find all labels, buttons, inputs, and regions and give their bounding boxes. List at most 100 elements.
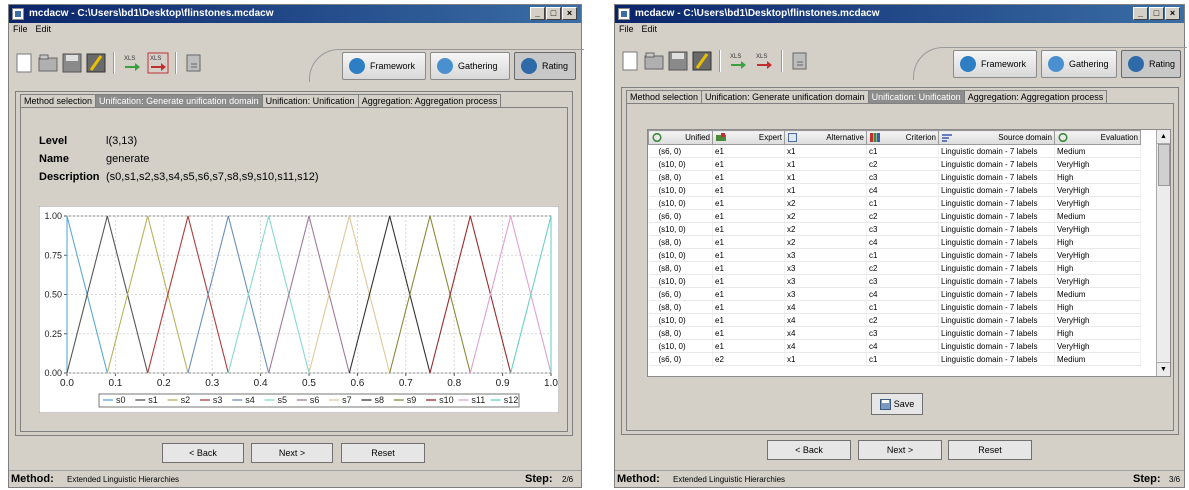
back-button[interactable]: < Back [767, 440, 851, 460]
save-disk-icon[interactable] [61, 52, 83, 74]
table-row[interactable]: (s6, 0) e1 x3 c4 Linguistic domain - 7 label… [648, 287, 1141, 301]
table-cell: x1 [784, 183, 867, 197]
rating-button[interactable]: Rating [514, 52, 576, 80]
table-cell: Linguistic domain - 7 labels [938, 183, 1055, 197]
export-xls-icon[interactable]: XLS [753, 50, 775, 72]
export-report-icon[interactable] [183, 52, 205, 74]
table-cell: e1 [712, 209, 785, 223]
new-file-icon[interactable] [13, 52, 35, 74]
table-cell: x2 [784, 209, 867, 223]
table-cell: x3 [784, 248, 867, 262]
table-row[interactable]: (s10, 0) e1 x2 c3 Linguistic domain - 7 labe… [648, 222, 1141, 236]
column-evaluation[interactable]: Evaluation [1054, 130, 1141, 145]
table-row[interactable]: (s10, 0) e1 x2 c1 Linguistic domain - 7 labe… [648, 196, 1141, 210]
table-row[interactable]: (s8, 0) e1 x1 c3 Linguistic domain - 7 label… [648, 170, 1141, 184]
legend-label-s6: s6 [310, 395, 320, 405]
alternative-icon [788, 133, 797, 142]
scroll-thumb[interactable] [1158, 144, 1170, 186]
title-bar[interactable]: mcdacw - C:\Users\bd1\Desktop\flinstones… [615, 5, 1184, 23]
table-cell: Linguistic domain - 7 labels [938, 313, 1055, 327]
export-report-icon[interactable] [789, 50, 811, 72]
next-button[interactable]: Next > [858, 440, 942, 460]
import-xls-icon[interactable]: XLS [121, 52, 143, 74]
tab-strip: Method selection Unification: Generate u… [20, 94, 502, 108]
maximize-button[interactable]: □ [1149, 7, 1164, 20]
maximize-button[interactable]: □ [546, 7, 561, 20]
next-button[interactable]: Next > [251, 443, 333, 463]
edit-save-icon[interactable] [85, 52, 107, 74]
rating-button[interactable]: Rating [1121, 50, 1181, 78]
tab-aggregation[interactable]: Aggregation: Aggregation process [963, 90, 1108, 104]
menu-edit[interactable]: Edit [642, 24, 658, 34]
gathering-button[interactable]: Gathering [1041, 50, 1117, 78]
unified-icon [652, 133, 662, 142]
tab-unification[interactable]: Unification: Unification [261, 94, 359, 108]
edit-save-icon[interactable] [691, 50, 713, 72]
column-alternative[interactable]: Alternative [784, 130, 867, 145]
table-cell: c1 [866, 300, 939, 314]
minimize-button[interactable]: _ [530, 7, 545, 20]
svg-text:XLS: XLS [150, 56, 161, 62]
y-tick-label: 1.00 [44, 211, 62, 221]
title-bar[interactable]: mcdacw - C:\Users\bd1\Desktop\flinstones… [9, 5, 581, 23]
tab-generate-unification-domain[interactable]: Unification: Generate unification domain [95, 94, 263, 108]
menu-file[interactable]: File [13, 24, 28, 34]
column-expert[interactable]: Expert [712, 130, 785, 145]
open-folder-icon[interactable] [643, 50, 665, 72]
reset-button[interactable]: Reset [948, 440, 1032, 460]
back-button[interactable]: < Back [162, 443, 244, 463]
menu-file[interactable]: File [619, 24, 634, 34]
new-file-icon[interactable] [619, 50, 641, 72]
tab-aggregation[interactable]: Aggregation: Aggregation process [357, 94, 502, 108]
open-folder-icon[interactable] [37, 52, 59, 74]
reset-button[interactable]: Reset [341, 443, 425, 463]
table-row[interactable]: (s6, 0) e1 x1 c1 Linguistic domain - 7 label… [648, 144, 1141, 158]
table-row[interactable]: (s8, 0) e1 x4 c1 Linguistic domain - 7 label… [648, 300, 1141, 314]
status-bar: Method: Extended Linguistic Hierarchies … [9, 470, 581, 487]
tab-method-selection[interactable]: Method selection [626, 90, 703, 104]
scroll-up-arrow[interactable]: ▲ [1157, 130, 1170, 144]
import-xls-icon[interactable]: XLS [727, 50, 749, 72]
table-row[interactable]: (s10, 0) e1 x1 c4 Linguistic domain - 7 labe… [648, 183, 1141, 197]
table-cell: Linguistic domain - 7 labels [938, 157, 1055, 171]
framework-button[interactable]: Framework [342, 52, 426, 80]
table-cell: Linguistic domain - 7 labels [938, 326, 1055, 340]
save-disk-icon[interactable] [667, 50, 689, 72]
x-tick-label: 0.6 [350, 378, 364, 389]
column-source-domain[interactable]: Source domain [938, 130, 1055, 145]
table-cell: (s10, 0) [648, 248, 713, 262]
table-cell: (s6, 0) [648, 209, 713, 223]
table-row[interactable]: (s8, 0) e1 x2 c4 Linguistic domain - 7 label… [648, 235, 1141, 249]
y-tick-label: 0.75 [44, 250, 62, 260]
export-xls-icon[interactable]: XLS [147, 52, 169, 74]
source-domain-icon [942, 134, 952, 142]
tab-unification[interactable]: Unification: Unification [867, 90, 965, 104]
scroll-down-arrow[interactable]: ▼ [1157, 362, 1170, 376]
table-row[interactable]: (s10, 0) e1 x3 c1 Linguistic domain - 7 labe… [648, 248, 1141, 262]
save-button[interactable]: Save [871, 393, 923, 415]
close-button[interactable]: × [1165, 7, 1180, 20]
level-value: l(3,13) [106, 135, 138, 147]
vertical-scrollbar[interactable]: ▲ ▼ [1156, 130, 1170, 376]
menu-edit[interactable]: Edit [36, 24, 52, 34]
table-row[interactable]: (s10, 0) e1 x1 c2 Linguistic domain - 7 labe… [648, 157, 1141, 171]
close-button[interactable]: × [562, 7, 577, 20]
table-cell: c2 [866, 261, 939, 275]
table-row[interactable]: (s10, 0) e1 x4 c4 Linguistic domain - 7 labe… [648, 339, 1141, 353]
column-criterion[interactable]: Criterion [866, 130, 939, 145]
table-row[interactable]: (s10, 0) e1 x4 c2 Linguistic domain - 7 labe… [648, 313, 1141, 327]
table-row[interactable]: (s6, 0) e1 x2 c2 Linguistic domain - 7 label… [648, 209, 1141, 223]
table-row[interactable]: (s10, 0) e1 x3 c3 Linguistic domain - 7 labe… [648, 274, 1141, 288]
minimize-button[interactable]: _ [1133, 7, 1148, 20]
table-cell: Linguistic domain - 7 labels [938, 352, 1055, 366]
table-row[interactable]: (s6, 0) e2 x1 c1 Linguistic domain - 7 label… [648, 352, 1141, 366]
table-row[interactable]: (s8, 0) e1 x3 c2 Linguistic domain - 7 label… [648, 261, 1141, 275]
framework-button[interactable]: Framework [953, 50, 1037, 78]
table-row[interactable]: (s8, 0) e1 x4 c3 Linguistic domain - 7 label… [648, 326, 1141, 340]
tab-method-selection[interactable]: Method selection [20, 94, 97, 108]
column-unified[interactable]: Unified [648, 130, 713, 145]
x-tick-label: 0.1 [108, 378, 122, 389]
gathering-button[interactable]: Gathering [430, 52, 510, 80]
tab-generate-unification-domain[interactable]: Unification: Generate unification domain [701, 90, 869, 104]
unification-table[interactable]: Unified Expert Alternative Criterion Sou… [648, 130, 1141, 366]
